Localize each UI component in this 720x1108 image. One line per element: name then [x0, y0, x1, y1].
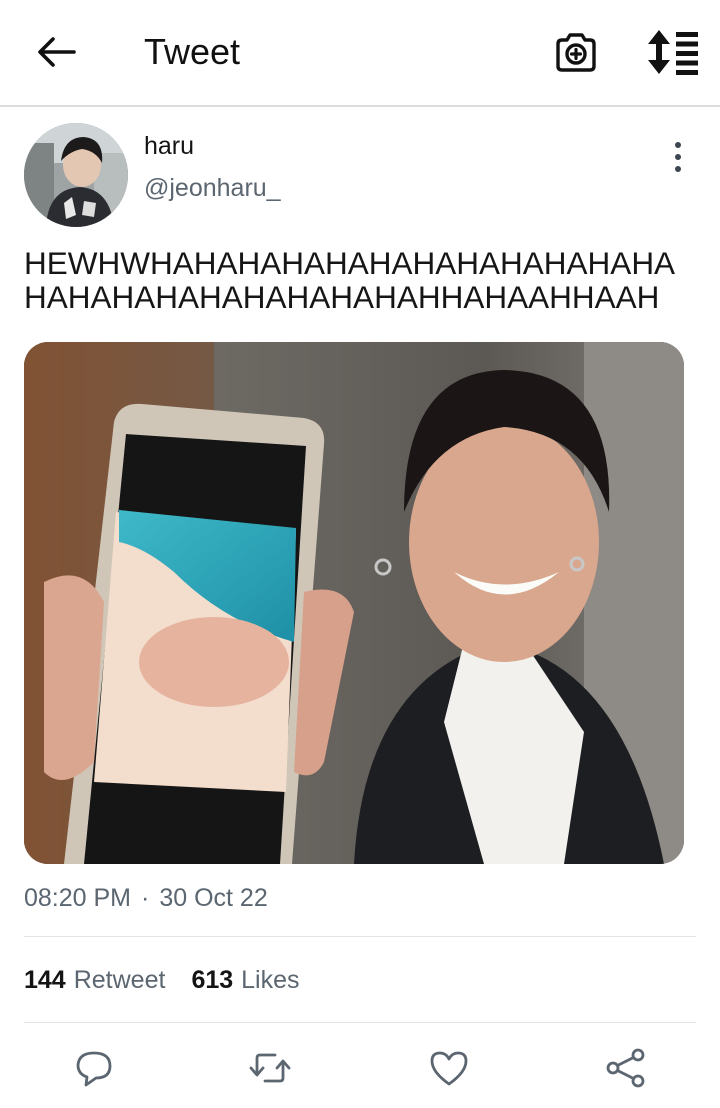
tweet-time: 08:20 PM	[24, 884, 132, 912]
page-title: Tweet	[144, 31, 241, 72]
timestamp-separator: ·	[141, 884, 150, 912]
likes-count[interactable]: 613	[191, 966, 233, 995]
tweet-timestamp: 08:20 PM · 30 Oct 22	[24, 884, 268, 913]
author-handle[interactable]: @jeonharu_	[144, 174, 281, 203]
arrow-left-icon	[38, 37, 76, 67]
likes-label[interactable]: Likes	[241, 966, 299, 995]
tweet-stats: 144 Retweet 613 Likes	[24, 966, 300, 995]
author-name[interactable]: haru	[144, 132, 194, 161]
heart-icon	[430, 1051, 468, 1086]
retweet-button[interactable]	[248, 1045, 292, 1091]
more-options-button[interactable]	[664, 142, 692, 172]
like-button[interactable]	[427, 1045, 471, 1091]
tweet-text: HEWHWHAHAHAHAHAHAHAHAHAHAHAHAHAHAHAHAHAH…	[24, 245, 676, 315]
retweets-count[interactable]: 144	[24, 966, 66, 995]
camera-plus-icon	[556, 33, 596, 72]
tweet-actions-bar	[0, 1045, 720, 1095]
sort-list-icon	[648, 30, 698, 75]
retweets-label[interactable]: Retweet	[74, 966, 166, 995]
retweet-icon	[249, 1053, 291, 1083]
back-button[interactable]	[32, 30, 80, 74]
more-dot-icon	[675, 154, 681, 160]
sort-button[interactable]	[645, 27, 701, 77]
divider	[24, 1022, 696, 1023]
reply-button[interactable]	[72, 1045, 116, 1091]
tweet-date: 30 Oct 22	[159, 884, 268, 912]
more-dot-icon	[675, 166, 681, 172]
camera-button[interactable]	[552, 28, 600, 76]
share-icon	[606, 1048, 645, 1088]
reply-icon	[76, 1051, 112, 1087]
share-button[interactable]	[604, 1045, 648, 1091]
tweet-photo	[24, 342, 684, 864]
top-app-bar: Tweet	[0, 0, 720, 107]
avatar[interactable]	[24, 123, 128, 227]
avatar-photo	[24, 123, 128, 227]
tweet-media-image[interactable]	[24, 342, 684, 864]
more-dot-icon	[675, 142, 681, 148]
divider	[24, 936, 696, 937]
